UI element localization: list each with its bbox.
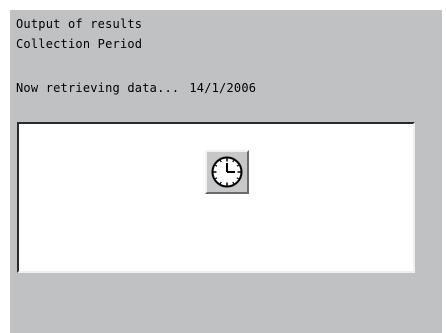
results-screen: Output of results Collection Period Now … — [10, 10, 442, 333]
screen-title: Output of results — [16, 17, 143, 31]
status-text: Now retrieving data... — [16, 81, 180, 95]
clock-button — [205, 150, 249, 194]
status-date: 14/1/2006 — [189, 81, 257, 95]
screen-subtitle: Collection Period — [16, 37, 143, 51]
progress-panel — [17, 122, 415, 273]
status-line: Now retrieving data... 14/1/2006 — [16, 81, 256, 95]
clock-icon — [211, 156, 243, 188]
